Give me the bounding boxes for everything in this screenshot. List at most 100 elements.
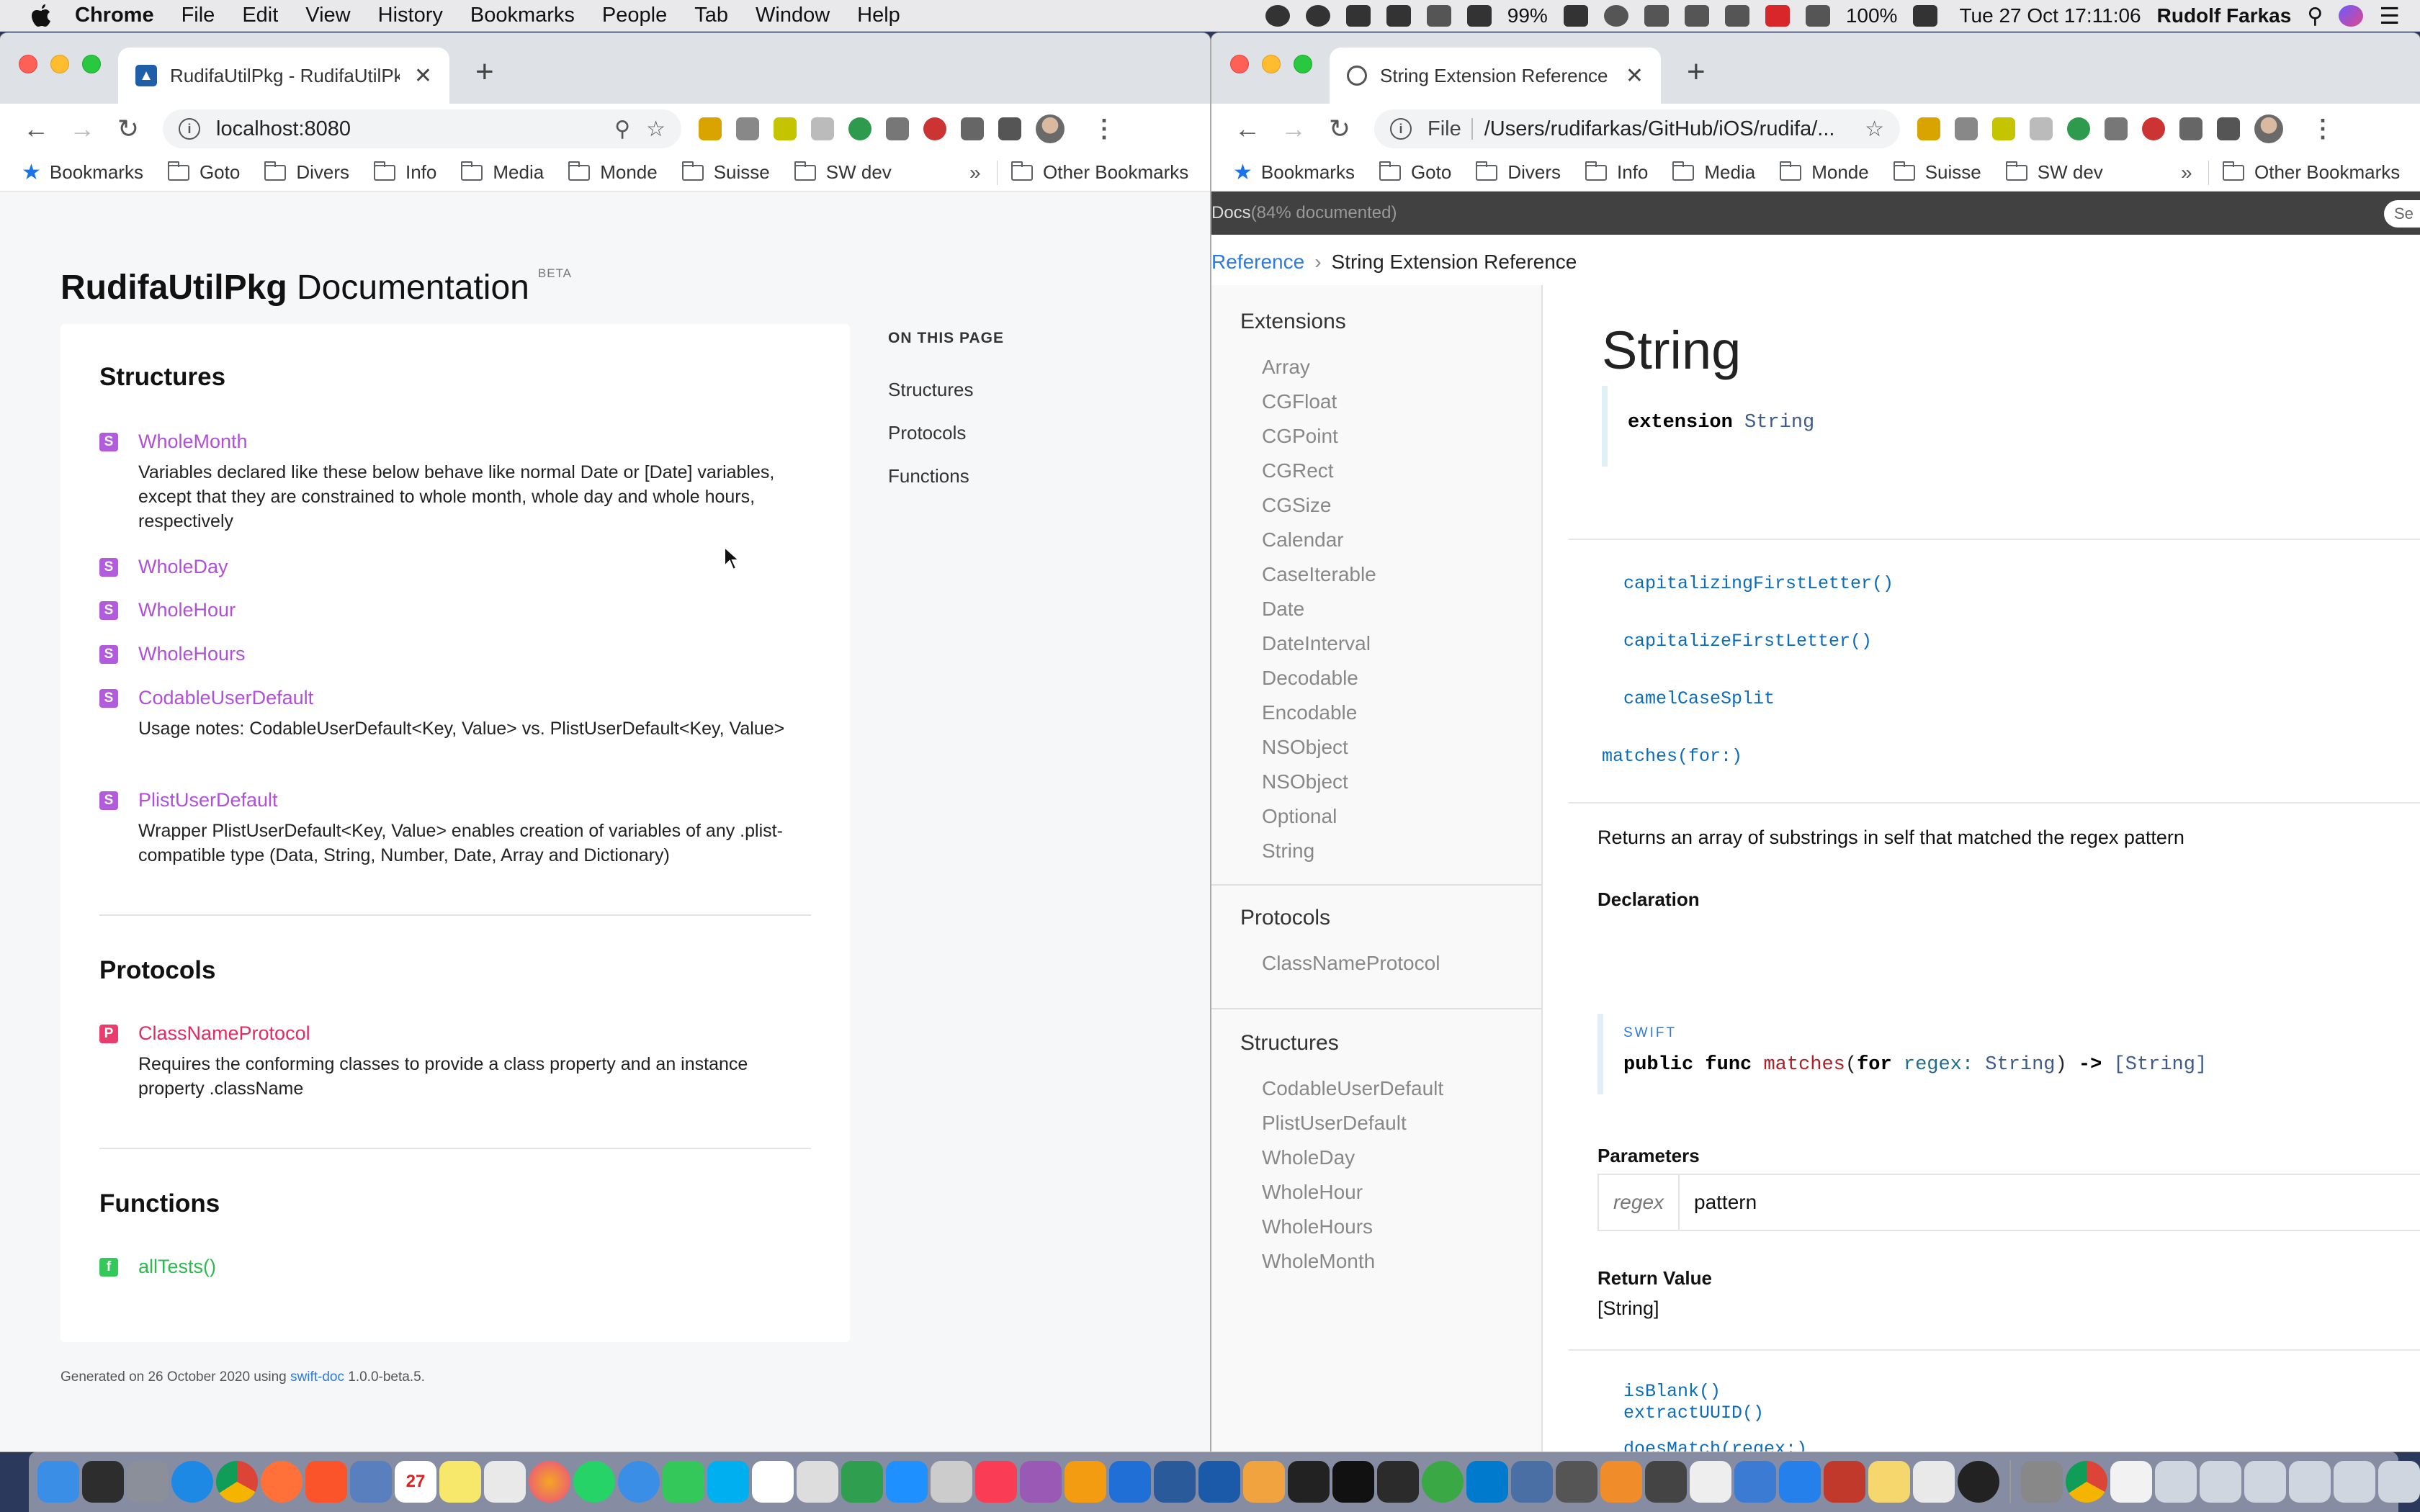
task-link[interactable]: doesMatch(regex:) — [1623, 1439, 1807, 1452]
tab-active[interactable]: ▲ RudifaUtilPkg - RudifaUtilPkg ✕ — [118, 48, 449, 104]
fullscreen-window-button[interactable] — [1294, 55, 1312, 73]
script-icon[interactable] — [2110, 1461, 2152, 1503]
bookmark-item-bookmarks[interactable]: ★ Bookmarks — [22, 160, 143, 185]
window-thumbnail[interactable] — [2289, 1461, 2331, 1503]
structure-link[interactable]: WholeDay — [138, 556, 228, 578]
preview-icon[interactable] — [350, 1461, 392, 1503]
github-desktop-icon[interactable] — [1288, 1461, 1330, 1503]
app-icon[interactable] — [1243, 1461, 1285, 1503]
docs-search-input[interactable]: Se — [2384, 200, 2420, 228]
docs-header-title[interactable]: Docs — [1211, 203, 1251, 223]
bookmark-folder-suisse[interactable]: Suisse — [1893, 161, 1981, 184]
instastats-icon[interactable] — [1824, 1461, 1865, 1503]
nav-item[interactable]: Calendar — [1262, 528, 1344, 552]
new-tab-button[interactable]: + — [1687, 56, 1706, 88]
bookmark-folder-media[interactable]: Media — [461, 161, 544, 184]
bookmark-folder-other[interactable]: Other Bookmarks — [2223, 161, 2400, 184]
nav-heading-extensions[interactable]: Extensions — [1240, 310, 1346, 334]
apple-menu-icon[interactable] — [27, 0, 56, 32]
task-link[interactable]: extractUUID() — [1623, 1403, 1764, 1423]
script-editor-icon[interactable] — [1913, 1461, 1955, 1503]
bookmarks-overflow-chevron[interactable]: » — [2181, 161, 2192, 184]
extensions-menu-icon[interactable] — [2217, 117, 2240, 140]
structure-link[interactable]: CodableUserDefault — [138, 687, 313, 709]
bookmark-folder-media[interactable]: Media — [1672, 161, 1755, 184]
nav-item[interactable]: WholeHours — [1262, 1215, 1373, 1238]
nav-item[interactable]: Date — [1262, 598, 1304, 621]
extension-dots-icon[interactable] — [811, 117, 834, 140]
speedtest-icon[interactable] — [1958, 1461, 1999, 1503]
extension-code-icon[interactable] — [961, 117, 984, 140]
bookmark-folder-other[interactable]: Other Bookmarks — [1011, 161, 1188, 184]
time-machine-icon[interactable] — [1603, 5, 1628, 27]
structure-link[interactable]: WholeHour — [138, 599, 236, 621]
bookmark-folder-monde[interactable]: Monde — [1780, 161, 1869, 184]
activity-monitor-icon[interactable] — [82, 1461, 124, 1503]
menu-bookmarks[interactable]: Bookmarks — [470, 4, 575, 27]
minimize-window-button[interactable] — [50, 55, 69, 73]
bookmark-folder-sw-dev[interactable]: SW dev — [2005, 161, 2103, 184]
back-button[interactable]: ← — [1232, 114, 1263, 144]
nav-item[interactable]: WholeDay — [1262, 1146, 1355, 1169]
sourcetree-icon[interactable] — [1422, 1461, 1464, 1503]
brave-status-icon[interactable] — [1265, 5, 1290, 27]
structure-link[interactable]: PlistUserDefault — [138, 789, 278, 811]
extension-puzzle-icon[interactable] — [886, 117, 909, 140]
nav-item[interactable]: CaseIterable — [1262, 563, 1376, 586]
launchpad-icon[interactable] — [127, 1461, 169, 1503]
instruments-icon[interactable] — [1154, 1461, 1196, 1503]
utility-icon[interactable] — [1556, 1461, 1597, 1503]
tab-close-icon[interactable]: ✕ — [1626, 63, 1644, 89]
extension-pen-icon[interactable] — [1917, 117, 1940, 140]
nav-item[interactable]: Optional — [1262, 805, 1337, 828]
back-button[interactable]: ← — [20, 114, 52, 144]
nav-item[interactable]: Array — [1262, 356, 1310, 379]
vpn-icon[interactable] — [1734, 1461, 1776, 1503]
menu-edit[interactable]: Edit — [242, 4, 278, 27]
minimize-window-button[interactable] — [1262, 55, 1281, 73]
extension-pen-icon[interactable] — [699, 117, 722, 140]
finder-icon[interactable] — [37, 1461, 79, 1503]
site-info-icon[interactable]: i — [179, 118, 200, 140]
close-window-button[interactable] — [1230, 55, 1249, 73]
menu-window[interactable]: Window — [756, 4, 830, 27]
nav-item[interactable]: WholeHour — [1262, 1181, 1363, 1204]
profile-avatar[interactable] — [1036, 114, 1065, 143]
slack-icon[interactable] — [752, 1461, 794, 1503]
nav-item[interactable]: DateInterval — [1262, 632, 1371, 655]
numbers-icon[interactable] — [841, 1461, 883, 1503]
tab-close-icon[interactable]: ✕ — [414, 63, 432, 89]
siri-icon[interactable] — [2339, 5, 2364, 27]
bookmark-folder-info[interactable]: Info — [1585, 161, 1648, 184]
extension-shield-icon[interactable] — [1955, 117, 1978, 140]
address-url[interactable]: /Users/rudifarkas/GitHub/iOS/rudifa/... — [1484, 117, 1849, 141]
simulator-icon[interactable] — [1198, 1461, 1240, 1503]
extension-shield-icon[interactable] — [736, 117, 759, 140]
extension-dots-icon[interactable] — [2030, 117, 2053, 140]
fullscreen-window-button[interactable] — [82, 55, 101, 73]
brave-icon[interactable] — [305, 1461, 347, 1503]
xcode-icon[interactable] — [1109, 1461, 1151, 1503]
textedit-icon[interactable] — [797, 1461, 838, 1503]
toc-link-structures[interactable]: Structures — [888, 379, 974, 401]
battery-icon[interactable] — [1913, 5, 1938, 27]
check-status-icon[interactable] — [1305, 5, 1330, 27]
address-url[interactable]: localhost:8080 — [216, 117, 599, 141]
function-link[interactable]: allTests() — [138, 1256, 216, 1278]
profile-avatar[interactable] — [2254, 114, 2283, 143]
site-info-icon[interactable]: i — [1390, 118, 1412, 140]
extension-search-icon[interactable] — [848, 117, 871, 140]
bookmark-folder-info[interactable]: Info — [374, 161, 436, 184]
bookmark-folder-goto[interactable]: Goto — [1379, 161, 1451, 184]
messages-icon[interactable] — [618, 1461, 660, 1503]
vscode-icon[interactable] — [1466, 1461, 1508, 1503]
window-thumbnail[interactable] — [2155, 1461, 2197, 1503]
extension-lightning-icon[interactable] — [774, 117, 797, 140]
nav-item[interactable]: WholeMonth — [1262, 1250, 1375, 1273]
nav-heading-structures[interactable]: Structures — [1240, 1031, 1339, 1056]
chrome-app-icon[interactable] — [2066, 1461, 2107, 1503]
nav-item[interactable]: CGSize — [1262, 494, 1331, 517]
window-thumbnail[interactable] — [2334, 1461, 2375, 1503]
structure-link[interactable]: WholeMonth — [138, 431, 248, 453]
nav-heading-protocols[interactable]: Protocols — [1240, 906, 1330, 930]
